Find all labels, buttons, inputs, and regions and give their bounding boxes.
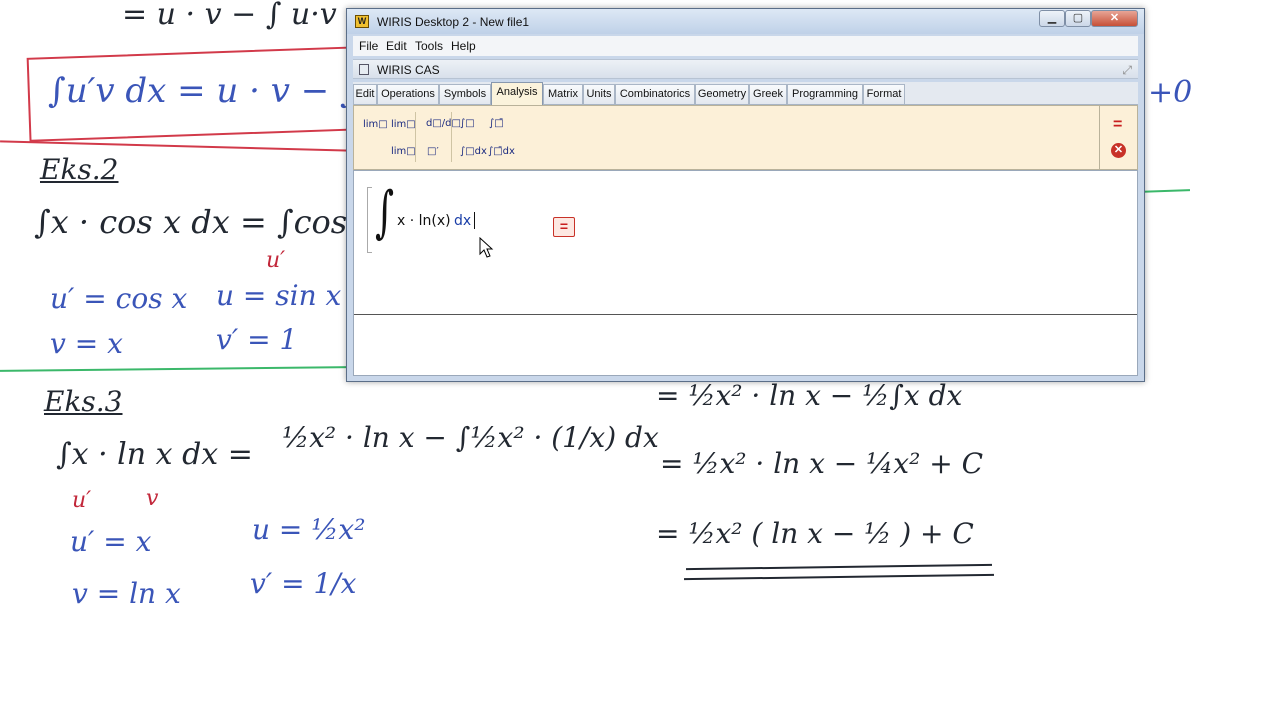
definite-integral-dx-button[interactable]: ∫□̄dx — [488, 146, 515, 157]
tab-analysis[interactable]: Analysis — [491, 82, 543, 105]
limit-from-right-button[interactable]: lim□ — [391, 119, 416, 130]
close-button[interactable]: ✕ — [1091, 10, 1138, 27]
green-divider-line-left — [0, 366, 351, 372]
integral-button[interactable]: ∫□ — [460, 118, 475, 129]
example-3-v-label: v — [146, 486, 159, 511]
calculate-button[interactable]: = — [553, 217, 575, 237]
cas-panel-header: WIRIS CAS ⤢ — [353, 59, 1138, 79]
example-2-formula: ∫x · cos x dx = ∫cos x · — [34, 203, 396, 241]
tab-matrix[interactable]: Matrix — [543, 84, 583, 104]
tab-operations[interactable]: Operations — [377, 84, 439, 104]
document-icon — [359, 64, 369, 75]
integration-by-parts-formula: ∫u′v dx = u · v − ∫u — [48, 71, 380, 111]
example-2-heading: Eks.2 — [40, 153, 119, 186]
menu-help[interactable]: Help — [451, 39, 476, 53]
example-2-u-prime: u′ = cos x — [50, 282, 188, 315]
tab-combinatorics[interactable]: Combinatorics — [615, 84, 695, 104]
mouse-pointer-icon — [479, 237, 494, 258]
definite-integral-button[interactable]: ∫□̄ — [489, 118, 504, 129]
tab-programming[interactable]: Programming — [787, 84, 863, 104]
menu-tools[interactable]: Tools — [415, 39, 443, 53]
tab-units[interactable]: Units — [583, 84, 615, 104]
wiris-window: W WIRIS Desktop 2 - New file1 ▁ ▢ ✕ File… — [346, 8, 1145, 382]
example-3-step1: ½x² · ln x − ∫½x² · (1/x) dx — [282, 421, 659, 454]
tab-edit[interactable]: Edit — [353, 84, 377, 104]
menu-file[interactable]: File — [359, 39, 378, 53]
differential[interactable]: dx — [454, 213, 471, 229]
example-3-u-prime: u′ = x — [70, 525, 152, 558]
limit-from-left-button[interactable]: lim□ — [391, 146, 416, 157]
example-3-u: u = ½x² — [252, 513, 366, 546]
evaluate-icon[interactable]: = — [1113, 116, 1122, 134]
block-bracket — [367, 187, 372, 253]
expand-icon[interactable]: ⤢ — [1122, 63, 1132, 78]
red-divider-line — [0, 140, 350, 152]
integral-dx-button[interactable]: ∫□dx — [460, 146, 487, 157]
tab-bar: Edit Operations Symbols Analysis Matrix … — [353, 82, 1138, 105]
window-title: WIRIS Desktop 2 - New file1 — [377, 15, 530, 29]
maximize-button[interactable]: ▢ — [1065, 10, 1091, 27]
example-2-u-label: u′ — [266, 248, 286, 273]
panel-title: WIRIS CAS — [377, 63, 440, 77]
example-3-step2: = ½x² · ln x − ½∫x dx — [656, 379, 963, 412]
tab-geometry[interactable]: Geometry — [695, 84, 749, 104]
example-3-v-prime: v′ = 1/x — [250, 567, 357, 600]
result-underline-1 — [686, 563, 992, 571]
example-2-v-prime: v′ = 1 — [216, 323, 298, 356]
tab-greek[interactable]: Greek — [749, 84, 787, 104]
toolbar-separator — [415, 112, 416, 162]
calculation-block[interactable]: ∫ x · ln(x) dx = — [353, 170, 1138, 376]
analysis-toolbar: lim□ lim□ lim□ d□/d□ □′ ∫□ ∫□̄ ∫□dx ∫□̄d… — [353, 105, 1100, 170]
example-3-lhs: ∫x · ln x dx = — [56, 437, 253, 472]
toolbar-separator — [451, 112, 452, 162]
example-3-result: = ½x² ( ln x − ½ ) + C — [656, 517, 974, 550]
minimize-button[interactable]: ▁ — [1039, 10, 1065, 27]
example-2-u: u = sin x — [216, 279, 342, 312]
plus-zero-fragment: +0 — [1148, 75, 1193, 110]
evaluation-tools: = ✕ — [1100, 105, 1138, 170]
result-underline-2 — [684, 573, 994, 581]
example-3-step3: = ½x² · ln x − ¼x² + C — [660, 447, 983, 480]
top-formula-fragment: = u · v − ∫ u·v — [122, 0, 337, 32]
example-3-v: v = ln x — [72, 577, 181, 610]
example-3-heading: Eks.3 — [44, 385, 123, 418]
tab-symbols[interactable]: Symbols — [439, 84, 491, 104]
integral-symbol: ∫ — [375, 180, 394, 245]
clear-icon[interactable]: ✕ — [1111, 143, 1126, 158]
menu-bar: File Edit Tools Help — [353, 36, 1138, 56]
derivative-button[interactable]: d□/d□ — [426, 118, 461, 129]
tab-format[interactable]: Format — [863, 84, 905, 104]
integrand[interactable]: x · ln(x) — [397, 213, 451, 229]
green-divider-line-right — [1139, 189, 1191, 193]
title-bar[interactable]: W WIRIS Desktop 2 - New file1 ▁ ▢ ✕ — [347, 9, 1144, 34]
text-cursor — [474, 212, 475, 229]
limit-button[interactable]: lim□ — [363, 119, 388, 130]
wiris-app-icon: W — [355, 15, 369, 28]
example-3-u-label: u′ — [72, 488, 92, 513]
menu-edit[interactable]: Edit — [386, 39, 407, 53]
prime-derivative-button[interactable]: □′ — [427, 146, 439, 157]
example-2-v: v = x — [50, 327, 123, 360]
workspace-divider — [354, 314, 1137, 315]
